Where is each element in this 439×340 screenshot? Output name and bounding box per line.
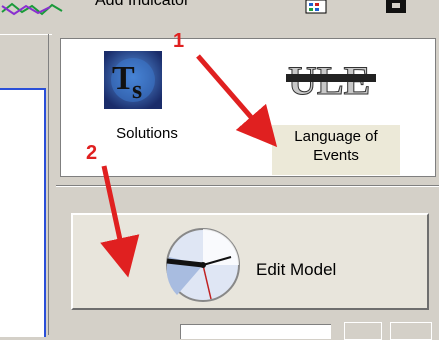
svg-text:s: s	[132, 75, 142, 104]
bottom-small-button-2[interactable]	[390, 322, 432, 340]
step-2-label: 2	[86, 142, 98, 164]
bottom-input-field[interactable]	[180, 324, 331, 339]
solutions-label[interactable]: Solutions	[104, 124, 190, 143]
step-1-label: 1	[173, 30, 185, 52]
left-panel-divider	[48, 34, 49, 335]
clock-icon	[147, 227, 251, 303]
bottom-small-button-1[interactable]	[344, 322, 382, 340]
language-of-events-label-line1: Language of	[294, 128, 378, 145]
ule-icon[interactable]: ULE	[284, 54, 380, 104]
left-document-area[interactable]	[0, 88, 46, 337]
chart-indicator-icon[interactable]	[0, 0, 70, 16]
save-icon[interactable]	[384, 0, 408, 14]
add-indicator-label[interactable]: Add Indicator	[95, 0, 189, 10]
left-panel-edge	[0, 34, 52, 35]
edit-model-label: Edit Model	[256, 260, 337, 279]
section-divider	[56, 185, 439, 187]
ts-logo-icon[interactable]: T s	[104, 51, 162, 109]
language-of-events-label[interactable]: Language of Events	[272, 127, 400, 165]
grid-icon[interactable]	[305, 0, 327, 14]
language-of-events-label-line2: Events	[313, 147, 359, 164]
